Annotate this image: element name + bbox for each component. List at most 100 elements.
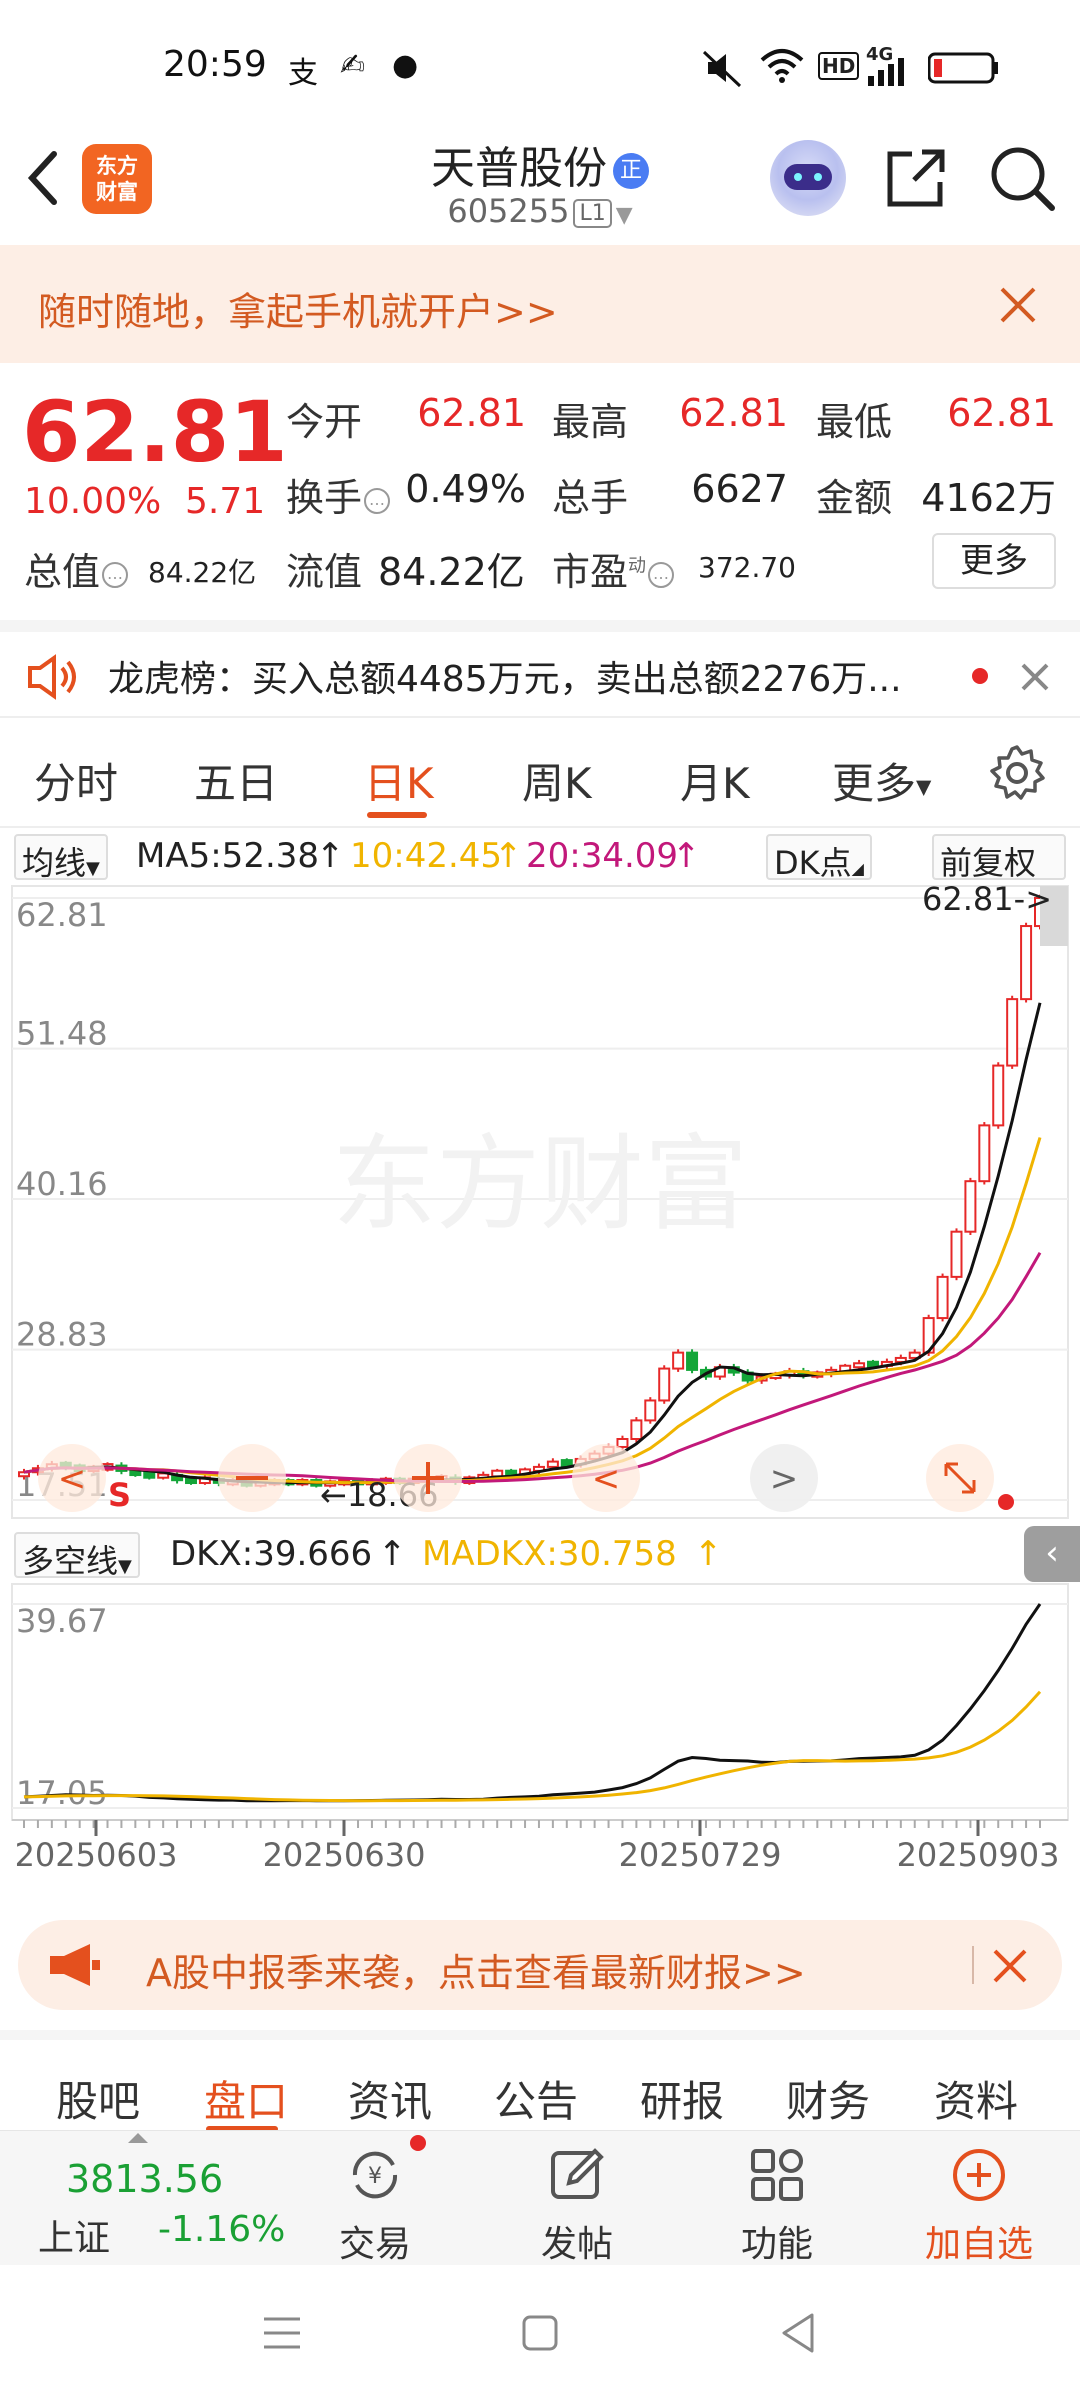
svg-text:¥: ¥: [368, 2164, 382, 2189]
candle-body: [630, 1419, 643, 1441]
megaphone-icon: [50, 1944, 100, 1986]
functions-button[interactable]: 功能: [712, 2131, 842, 2266]
chart-prev-button[interactable]: <: [572, 1444, 640, 1512]
candle-body: [992, 1064, 1005, 1127]
tab-daily-k[interactable]: 日K: [364, 750, 434, 811]
back-nav-icon[interactable]: [778, 2311, 818, 2355]
mktcap-value: 84.22亿: [148, 556, 257, 589]
info-tabs: 股吧 盘口 资讯 公告 研报 财务 资料: [0, 2030, 1080, 2132]
collapse-panel-button[interactable]: ‹: [1024, 1526, 1080, 1582]
volume-label: 总手: [552, 476, 629, 520]
account-open-banner[interactable]: 随时随地，拿起手机就开户>>: [0, 245, 1080, 363]
candle-body: [546, 1460, 559, 1468]
tab-research[interactable]: 研报: [640, 2068, 724, 2129]
close-icon[interactable]: [998, 285, 1038, 325]
chart-period-tabs: 分时 五日 日K 周K 月K 更多▼: [0, 720, 1080, 828]
add-watchlist-label: 加自选: [924, 2224, 1033, 2265]
kline-chart[interactable]: 东方财富 62.8151.4840.1628.8317.51 62.81-> ←…: [0, 880, 1080, 1520]
amount-value: 4162万: [921, 476, 1056, 520]
current-price-tag: 62.81->: [922, 880, 1052, 918]
chart-zoom-out-button[interactable]: <: [38, 1444, 106, 1512]
mktcap-label[interactable]: 总值…: [24, 541, 129, 596]
mute-icon: [702, 50, 742, 88]
chevron-right-icon: >: [770, 1459, 799, 1499]
chart-minus-button[interactable]: [218, 1444, 286, 1512]
ma-selector[interactable]: 均线▼: [14, 834, 108, 882]
dkx-chart[interactable]: 39.6717.05 20250603 20250630 20250729 20250…: [0, 1580, 1080, 1900]
stock-detail-screen: 20:59 支 ✍ ● HD 4G 东方 财富 天普股份正 605255 L1 ▼: [0, 0, 1080, 2400]
bottom-action-bar: 3813.56 上证 -1.16% ¥ 交易 发帖 功能 加自选: [0, 2130, 1080, 2265]
add-watchlist-button[interactable]: 加自选: [914, 2131, 1044, 2266]
up-arrow-icon: ↑: [672, 836, 701, 876]
share-icon[interactable]: [884, 146, 948, 210]
info-icon: …: [364, 487, 391, 514]
tab-profile[interactable]: 资料: [934, 2068, 1018, 2129]
dkx-frame: [11, 1583, 1069, 1821]
mktcap-label-text: 总值: [24, 550, 101, 594]
close-icon[interactable]: [992, 1948, 1028, 1984]
tab-monthly-k[interactable]: 月K: [680, 750, 750, 811]
post-button[interactable]: 发帖: [512, 2131, 642, 2266]
tab-more-label: 更多: [832, 759, 917, 808]
more-button[interactable]: 更多: [932, 533, 1056, 589]
volume-value: 6627: [691, 467, 788, 511]
stock-code: 605255: [447, 192, 570, 230]
tab-five-day[interactable]: 五日: [194, 750, 278, 811]
x-tick-label: 20250903: [897, 1836, 1060, 1874]
turnover-label[interactable]: 换手…: [286, 467, 391, 522]
app-notification-icon: ✍: [340, 48, 366, 83]
close-icon[interactable]: [1020, 662, 1050, 692]
quote-panel: 62.81 10.00% 5.71 今开 62.81 最高 62.81 最低 6…: [0, 363, 1080, 618]
assistant-robot-icon[interactable]: [770, 140, 846, 216]
news-ticker[interactable]: 龙虎榜：买入总额4485万元，卖出总额2276万...: [0, 620, 1080, 718]
sell-signal-marker: S: [108, 1476, 131, 1514]
chart-fullscreen-button[interactable]: [926, 1444, 994, 1512]
trade-button[interactable]: ¥ 交易: [310, 2131, 440, 2266]
tab-forum[interactable]: 股吧: [56, 2068, 140, 2129]
y-tick-label: 51.48: [16, 1015, 108, 1053]
tab-intraday[interactable]: 分时: [34, 750, 118, 811]
watermark-text: 东方财富: [332, 1123, 748, 1245]
dk-point-button[interactable]: DK点◢: [766, 834, 872, 882]
chart-plus-button[interactable]: [394, 1444, 462, 1512]
up-arrow-icon: ↑: [694, 1534, 723, 1574]
chevron-down-icon: ▼: [118, 1556, 132, 1577]
tab-more[interactable]: 更多▼: [832, 750, 931, 811]
battery-icon: [928, 52, 998, 84]
dkx-selector-label: 多空线: [22, 1542, 119, 1580]
dropdown-icon: ▼: [615, 203, 633, 228]
menu-icon[interactable]: [262, 2313, 302, 2353]
notification-dot: [410, 2135, 426, 2151]
system-nav-bar: [0, 2265, 1080, 2400]
adjust-button[interactable]: 前复权: [932, 834, 1066, 882]
madkx-value: MADKX:30.758: [422, 1534, 677, 1574]
candle-body: [853, 1362, 866, 1369]
up-arrow-icon: ↑: [494, 836, 523, 876]
ma10-value: 10:42.45: [350, 836, 503, 876]
low-value: 62.81: [947, 391, 1056, 435]
dkx-selector[interactable]: 多空线▼: [14, 1532, 140, 1580]
x-axis-labels: 20250603 20250630 20250729 20250903: [15, 1836, 1060, 1874]
high-value: 62.81: [679, 391, 788, 435]
index-quote[interactable]: 3813.56 上证 -1.16%: [0, 2131, 300, 2266]
pe-label[interactable]: 市盈动…: [552, 541, 675, 596]
candle-body: [185, 1477, 198, 1485]
x-tick-label: 20250603: [15, 1836, 178, 1874]
tab-finance[interactable]: 财务: [786, 2068, 870, 2129]
ma-indicator-row: 均线▼ MA5:52.38 ↑ 10:42.45 ↑ 20:34.09 ↑ DK…: [0, 828, 1080, 884]
expand-up-icon: [128, 2133, 148, 2143]
dk-point-label: DK点: [774, 844, 852, 882]
earnings-banner[interactable]: A股中报季来袭，点击查看最新财报>>: [18, 1920, 1062, 2010]
add-circle-icon: [953, 2149, 1005, 2201]
settings-gear-icon[interactable]: [988, 744, 1046, 802]
dkx-indicator-row: 多空线▼ DKX:39.666 ↑ MADKX:30.758 ↑ ‹: [0, 1526, 1080, 1582]
tab-announcements[interactable]: 公告: [494, 2068, 578, 2129]
search-icon[interactable]: [988, 144, 1056, 212]
home-icon[interactable]: [520, 2313, 560, 2353]
tab-order-book[interactable]: 盘口: [204, 2068, 288, 2129]
wifi-icon: [760, 49, 804, 83]
tab-weekly-k[interactable]: 周K: [522, 750, 592, 811]
tab-news[interactable]: 资讯: [348, 2068, 432, 2129]
alipay-icon: 支: [288, 56, 318, 91]
chart-next-button[interactable]: >: [750, 1444, 818, 1512]
